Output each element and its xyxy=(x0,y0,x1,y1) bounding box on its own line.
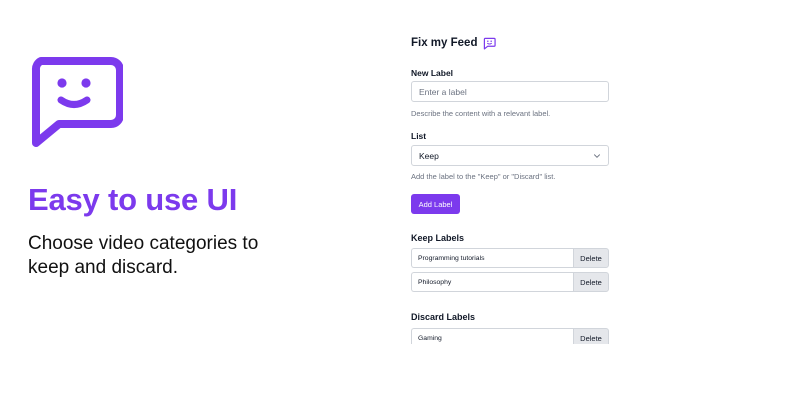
keep-label-text: Programming tutorials xyxy=(411,248,573,268)
discard-labels-list: Gaming Delete xyxy=(411,328,609,344)
delete-keep-label-button[interactable]: Delete xyxy=(573,272,609,292)
smiley-chat-bubble-icon xyxy=(31,57,123,147)
add-label-button[interactable]: Add Label xyxy=(411,194,460,214)
discard-labels-heading: Discard Labels xyxy=(411,312,476,322)
panel-header: Fix my Feed xyxy=(411,34,497,52)
list-select-value: Keep xyxy=(419,150,439,161)
new-label-field-label: New Label xyxy=(411,68,454,78)
keep-labels-list: Programming tutorials Delete Philosophy … xyxy=(411,248,609,296)
hero-description: Choose video categories to keep and disc… xyxy=(28,233,259,278)
hero-headline: Easy to use UI xyxy=(28,182,238,217)
discard-label-row: Gaming Delete xyxy=(411,328,609,344)
new-label-help-text: Describe the content with a relevant lab… xyxy=(411,109,551,118)
fix-my-feed-panel: Fix my Feed New Label Describe the conte… xyxy=(411,34,609,344)
list-select[interactable]: Keep xyxy=(411,145,609,166)
keep-labels-heading: Keep Labels xyxy=(411,233,465,243)
delete-keep-label-button[interactable]: Delete xyxy=(573,248,609,268)
panel-title: Fix my Feed xyxy=(411,37,478,49)
list-help-text: Add the label to the "Keep" or "Discard"… xyxy=(411,172,556,181)
chevron-down-icon xyxy=(594,153,600,158)
keep-label-text: Philosophy xyxy=(411,272,573,292)
keep-label-row: Philosophy Delete xyxy=(411,272,609,292)
list-field-label: List xyxy=(411,131,427,141)
keep-label-row: Programming tutorials Delete xyxy=(411,248,609,268)
delete-discard-label-button[interactable]: Delete xyxy=(573,328,609,344)
new-label-input[interactable] xyxy=(411,81,609,102)
chat-bubble-icon xyxy=(484,37,497,49)
discard-label-text: Gaming xyxy=(411,328,573,344)
